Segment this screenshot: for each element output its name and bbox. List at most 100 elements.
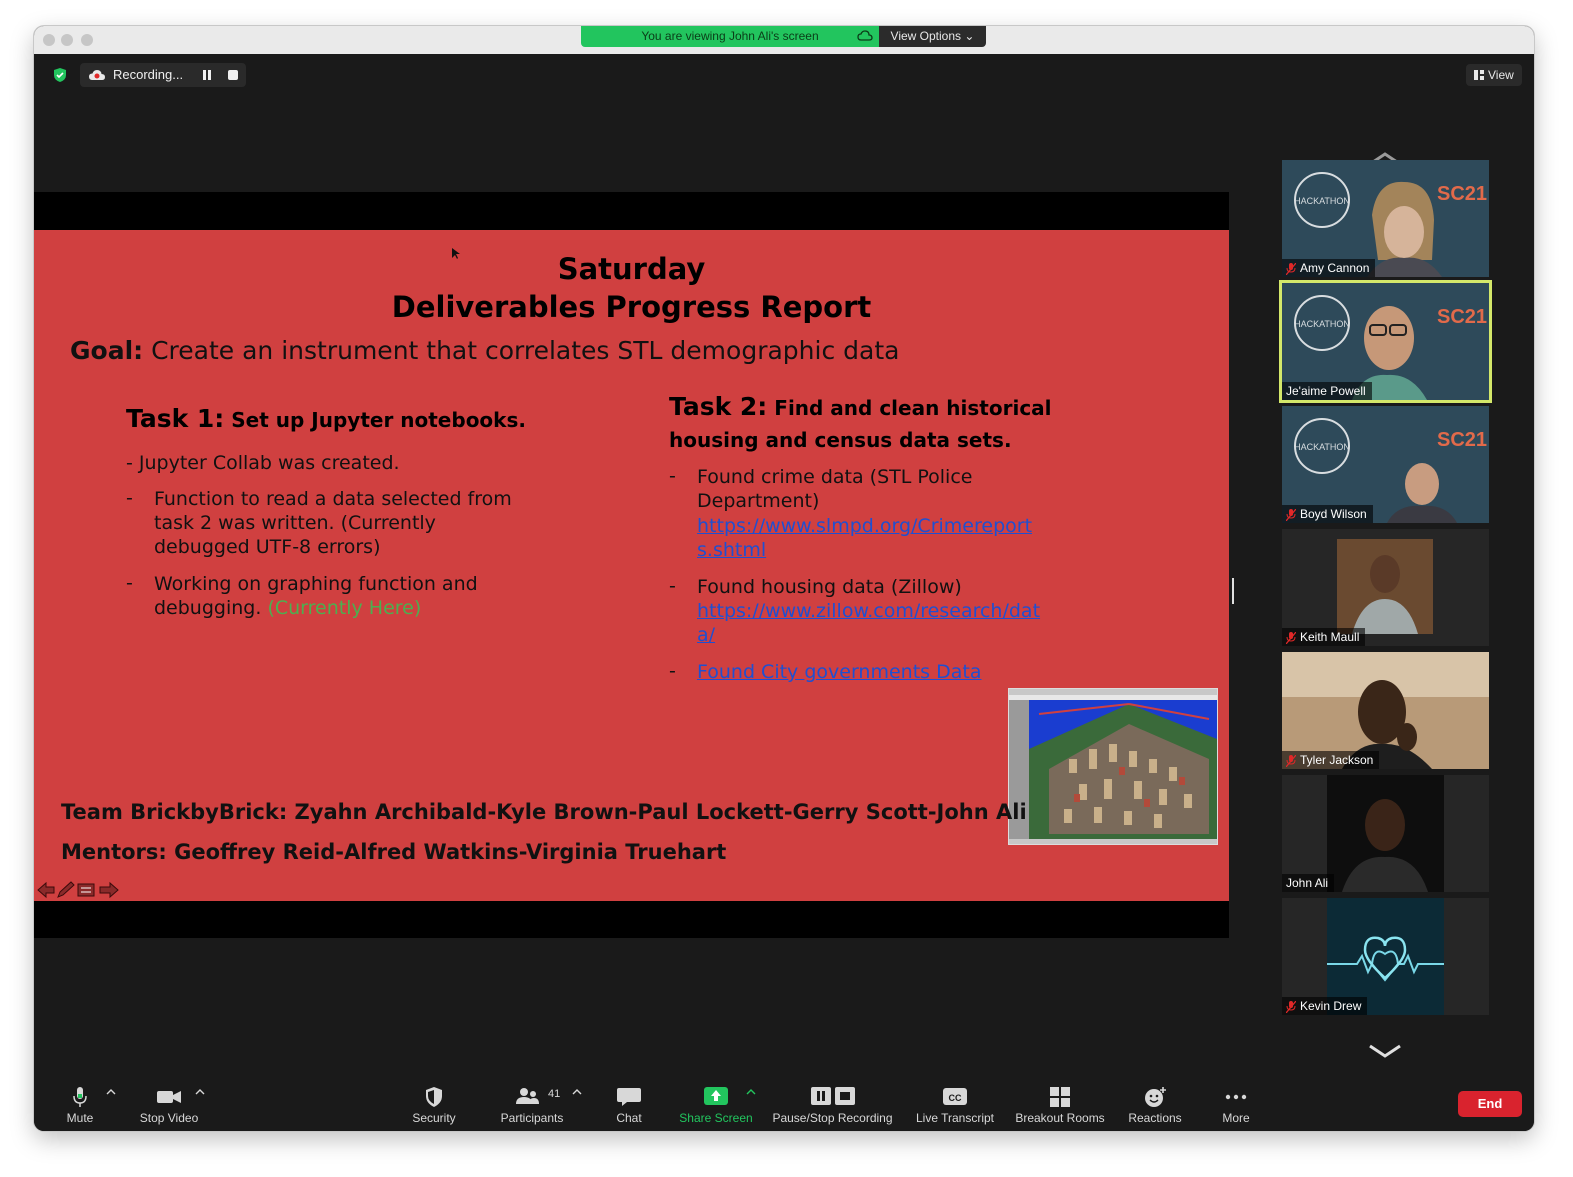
recording-indicator: Recording...	[80, 63, 246, 87]
minimize-window-button[interactable]	[61, 34, 73, 46]
chevron-down-icon: ⌄	[964, 29, 975, 43]
participants-count: 41	[548, 1088, 561, 1100]
meeting-toolbar: Mute Stop Video Security 41 Participants…	[34, 1078, 1534, 1131]
share-screen-button[interactable]: Share Screen	[676, 1078, 756, 1131]
participant-name-label: Amy Cannon	[1282, 259, 1376, 277]
more-button[interactable]: More	[1212, 1078, 1260, 1131]
reactions-button[interactable]: Reactions	[1123, 1078, 1187, 1131]
security-label: Security	[412, 1111, 456, 1125]
mute-label: Mute	[66, 1111, 94, 1125]
stop-video-label: Stop Video	[139, 1111, 199, 1125]
participants-options-caret-icon[interactable]	[572, 1088, 582, 1096]
participants-button[interactable]: 41 Participants	[492, 1078, 572, 1131]
mentors: Mentors: Geoffrey Reid-Alfred Watkins-Vi…	[61, 840, 727, 864]
zillow-data-link[interactable]: https://www.zillow.com/research/data/	[697, 599, 1047, 647]
title-bar: You are viewing John Ali's screen View O…	[34, 26, 1534, 55]
participant-tile-active-speaker[interactable]: HACKATHON SC21 Je'aime Powell	[1279, 280, 1492, 403]
zoom-window-button[interactable]	[81, 34, 93, 46]
goal-label: Goal:	[70, 336, 144, 365]
slide-title-line1: Saturday	[557, 252, 706, 286]
participant-name: John Ali	[1286, 876, 1329, 890]
live-transcript-button[interactable]: CC Live Transcript	[911, 1078, 999, 1131]
team-members: Team BrickbyBrick: Zyahn Archibald-Kyle …	[61, 800, 1027, 824]
participant-tile[interactable]: HACKATHON SC21 Boyd Wilson	[1282, 406, 1489, 523]
stop-video-button[interactable]: Stop Video	[134, 1078, 204, 1131]
slide-menu-icon	[77, 883, 95, 897]
viewing-screen-text: You are viewing John Ali's screen	[641, 29, 819, 43]
presentation-slide: Saturday Deliverables Progress Report Go…	[34, 230, 1229, 901]
slide-goal: Goal: Create an instrument that correlat…	[70, 336, 899, 365]
pen-icon	[57, 881, 75, 898]
participants-icon	[516, 1088, 539, 1104]
emoji-plus-icon	[1145, 1087, 1166, 1107]
participant-tile[interactable]: Tyler Jackson	[1282, 652, 1489, 769]
mute-button[interactable]: Mute	[54, 1078, 106, 1131]
participant-name-label: Tyler Jackson	[1282, 751, 1380, 769]
muted-mic-icon	[1286, 262, 1296, 275]
task1-label: Task 1:	[126, 404, 225, 433]
view-button[interactable]: View	[1466, 64, 1522, 86]
chevron-down-icon[interactable]	[1368, 1044, 1402, 1058]
task2-heading: Task 2: Find and clean historical housing…	[669, 392, 1052, 457]
viewing-screen-banner: You are viewing John Ali's screen	[581, 26, 879, 47]
task2-bullet1-text: Found crime data (STL Police Department)	[697, 466, 973, 512]
participant-name: Boyd Wilson	[1300, 507, 1367, 521]
meeting-area: Recording... View Saturday Deliverables …	[34, 54, 1534, 1078]
participant-tile[interactable]: Keith Maull	[1282, 529, 1489, 646]
slide-navigation-controls[interactable]	[36, 881, 120, 899]
zoom-window: You are viewing John Ali's screen View O…	[34, 26, 1534, 1131]
participant-name: Kevin Drew	[1300, 999, 1362, 1013]
chat-bubble-icon	[617, 1088, 641, 1106]
previous-slide-icon	[37, 881, 55, 899]
close-window-button[interactable]	[43, 34, 55, 46]
end-meeting-button[interactable]: End	[1458, 1091, 1522, 1117]
next-slide-icon	[99, 881, 119, 899]
video-camera-icon	[157, 1091, 181, 1103]
svg-text:HACKATHON: HACKATHON	[1294, 319, 1350, 329]
chat-label: Chat	[616, 1111, 642, 1125]
bullet-dash: -	[669, 660, 676, 682]
breakout-rooms-button[interactable]: Breakout Rooms	[1012, 1078, 1108, 1131]
svg-text:CC: CC	[949, 1093, 962, 1103]
city-government-data-link[interactable]: Found City governments Data	[697, 660, 981, 684]
crime-data-link[interactable]: https://www.slmpd.org/Crimereports.shtml	[697, 514, 1047, 562]
svg-text:HACKATHON: HACKATHON	[1294, 442, 1350, 452]
chat-button[interactable]: Chat	[604, 1078, 654, 1131]
participant-tile[interactable]: HACKATHON SC21 Amy Cannon	[1282, 160, 1489, 277]
security-button[interactable]: Security	[404, 1078, 464, 1131]
participant-tile[interactable]: Kevin Drew	[1282, 898, 1489, 1015]
audio-options-caret-icon[interactable]	[106, 1088, 116, 1096]
video-options-caret-icon[interactable]	[195, 1088, 205, 1096]
bullet-dash: -	[126, 572, 133, 594]
panel-resize-handle[interactable]	[1232, 578, 1234, 604]
svg-text:HACKATHON: HACKATHON	[1294, 196, 1350, 206]
ellipsis-icon	[1225, 1094, 1247, 1100]
city-simulation-screenshot	[1008, 688, 1218, 845]
cloud-recording-icon	[89, 70, 105, 80]
task2-bullet2-text: Found housing data (Zillow)	[697, 576, 962, 598]
pause-stop-icon	[810, 1087, 855, 1105]
view-options-button[interactable]: View Options ⌄	[879, 26, 986, 47]
bullet-dash: -	[669, 575, 676, 597]
participant-name: Amy Cannon	[1300, 261, 1370, 275]
live-transcript-label: Live Transcript	[915, 1111, 995, 1125]
muted-mic-icon	[1286, 1000, 1296, 1013]
share-screen-label: Share Screen	[679, 1111, 753, 1125]
pause-recording-icon[interactable]	[201, 69, 213, 81]
participant-name-label: John Ali	[1282, 874, 1335, 892]
pause-stop-recording-button[interactable]: Pause/Stop Recording	[770, 1078, 895, 1131]
encryption-shield-icon[interactable]	[52, 67, 68, 83]
goal-text: Create an instrument that correlates STL…	[143, 336, 900, 365]
stop-recording-icon[interactable]	[228, 70, 238, 80]
svg-text:SC21: SC21	[1437, 183, 1487, 205]
participant-tile[interactable]: John Ali	[1282, 775, 1489, 892]
reactions-label: Reactions	[1128, 1111, 1182, 1125]
breakout-rooms-label: Breakout Rooms	[1015, 1111, 1105, 1125]
closed-caption-icon: CC	[943, 1088, 967, 1105]
participant-name: Je'aime Powell	[1286, 384, 1366, 398]
participant-name-label: Boyd Wilson	[1282, 505, 1373, 523]
participant-name-label: Je'aime Powell	[1282, 382, 1372, 400]
share-options-caret-icon[interactable]	[746, 1088, 756, 1096]
participant-name: Keith Maull	[1300, 630, 1360, 644]
task1-bullet2-status: (Currently Here)	[267, 597, 422, 619]
